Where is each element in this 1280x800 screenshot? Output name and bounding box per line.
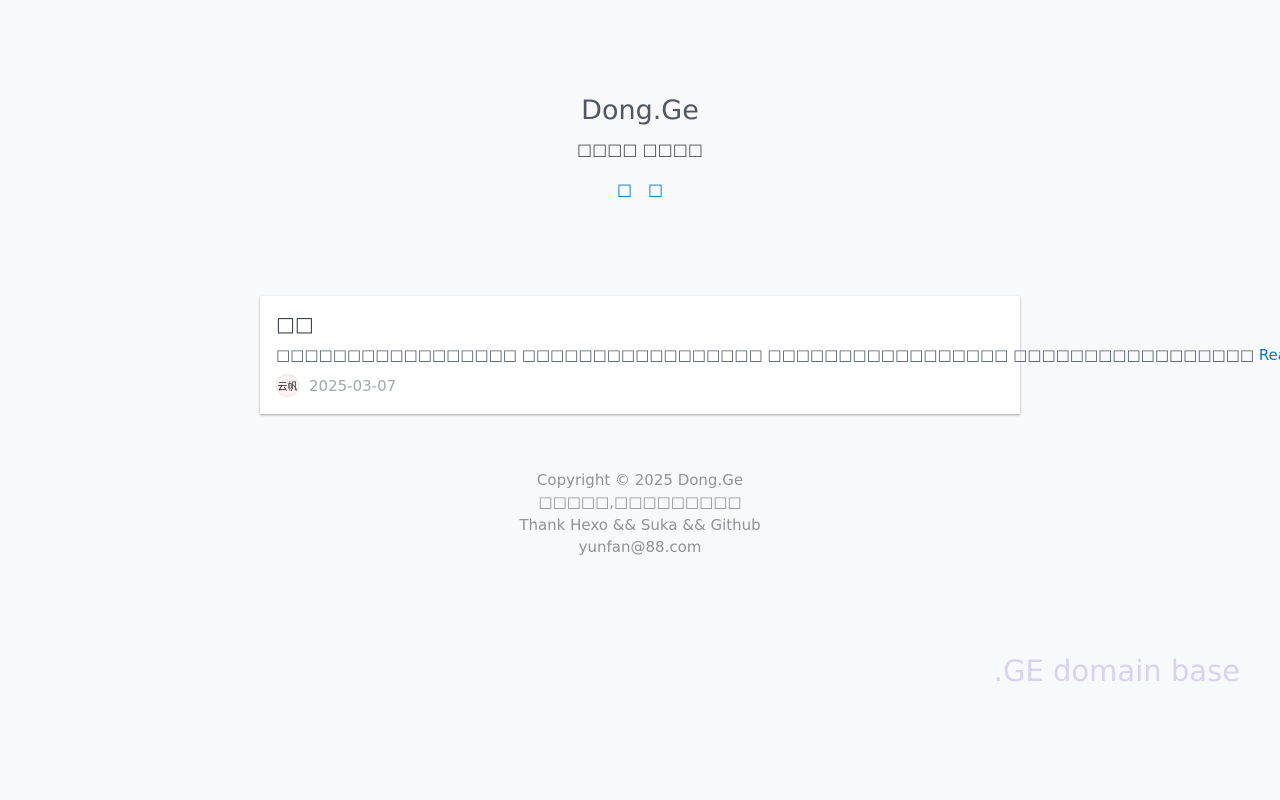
post-excerpt-text: □□□□□□□□□□□□□□□□□ □□□□□□□□□□□□□□□□□ □□□□… (276, 346, 1255, 364)
post-meta: 云帆 2025-03-07 (276, 374, 1004, 397)
site-header: Dong.Ge □□□□ □□□□ □ □ (0, 94, 1280, 199)
email-icon[interactable]: □ (648, 180, 663, 199)
avatar: 云帆 (276, 374, 299, 397)
site-subtitle: □□□□ □□□□ (576, 140, 704, 159)
footer-email: yunfan@88.com (578, 537, 702, 556)
page: Dong.Ge □□□□ □□□□ □ □ □□ □□□□□□□□□□□□□□□… (0, 0, 1280, 800)
post-excerpt: □□□□□□□□□□□□□□□□□ □□□□□□□□□□□□□□□□□ □□□□… (276, 345, 1280, 365)
social-links: □ □ (0, 180, 1280, 199)
post-title[interactable]: □□ (276, 310, 1004, 338)
site-title[interactable]: Dong.Ge (0, 94, 1280, 128)
post-card: □□ □□□□□□□□□□□□□□□□□ □□□□□□□□□□□□□□□□□ □… (260, 296, 1280, 414)
site-footer: Copyright © 2025 Dong.Ge □□□□□,□□□□□□□□□… (0, 469, 1280, 558)
post-date: 2025-03-07 (309, 376, 397, 395)
read-more-link[interactable]: Read More (1259, 346, 1280, 364)
footer-copyright: Copyright © 2025 Dong.Ge (536, 471, 744, 489)
domain-watermark: .GE domain base (993, 654, 1240, 688)
footer-thanks: Thank Hexo && Suka && Github (519, 515, 761, 534)
github-icon[interactable]: □ (617, 180, 632, 199)
footer-motto: □□□□□,□□□□□□□□□ (538, 493, 742, 512)
